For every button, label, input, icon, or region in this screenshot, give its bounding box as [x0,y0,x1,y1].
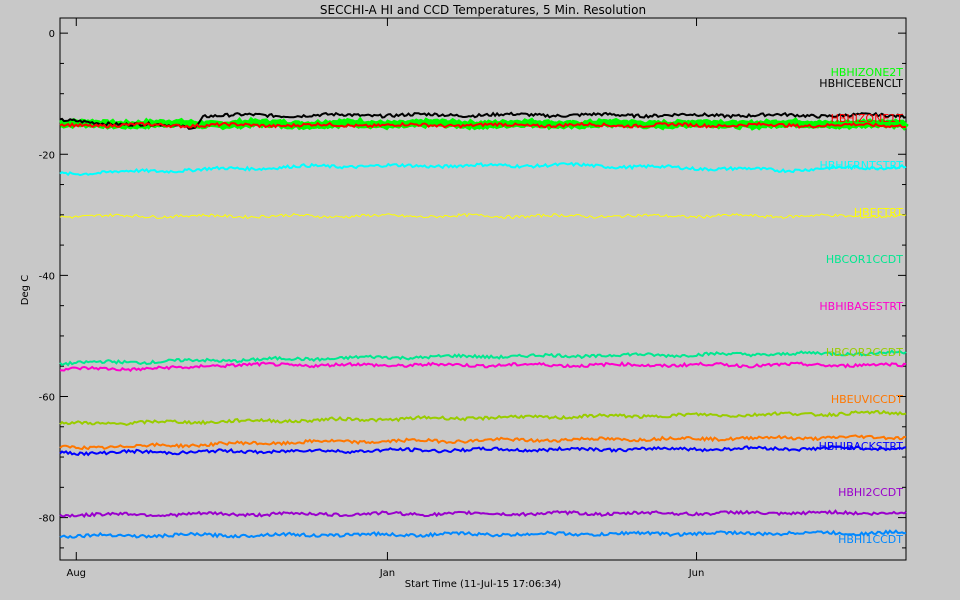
x-tick-label: Jun [688,568,705,579]
legend-entry: HBHIBACKSTRT [819,440,904,453]
y-tick-label: 0 [49,29,55,40]
series-line [59,444,907,457]
series-line [59,213,907,220]
legend-entry: HBHI1CCDT [838,533,903,546]
series-line [59,161,907,177]
legend-entry: HBHIBASESTRT [819,300,903,313]
series-group [59,111,909,539]
legend: HBHIZONE2THBHICEBENCLTHBHIZONE1THBHIFRNT… [819,66,904,546]
x-tick: Jun [688,18,705,579]
chart-title: SECCHI-A HI and CCD Temperatures, 5 Min.… [320,3,646,17]
legend-entry: HBEUVICCDT [831,393,903,406]
x-tick-label: Aug [67,568,87,579]
legend-entry: HBCOR1CCDT [826,253,903,266]
legend-entry: HBHIZONE1T [831,112,904,125]
legend-entry: HBHIFRNTSTRT [819,159,903,172]
y-axis-label: Deg C [20,275,31,305]
x-tick-label: Jan [379,568,395,579]
series-line [59,509,907,519]
y-axis: 0 -20 -40 -60 -80 [39,29,906,549]
series-line [59,349,907,367]
legend-entry: HBCOR2CCDT [826,346,903,359]
y-tick: -20 [39,150,906,161]
series-line [59,409,907,426]
series-line [59,529,907,539]
legend-entry: HBHICEBENCLT [819,77,903,90]
y-tick-label: -40 [39,271,55,282]
plot-frame [59,17,907,561]
x-tick: Aug [67,18,87,579]
legend-entry: HBEFTRT [854,206,903,219]
series-line [59,360,907,373]
y-tick-label: -20 [39,150,55,161]
y-tick-label: -80 [39,514,55,525]
x-axis: AugJanJunNovAprSep [67,18,705,579]
x-axis-label: Start Time (11-Jul-15 17:06:34) [405,579,562,590]
y-tick: 0 [49,29,906,40]
y-tick: -60 [39,392,906,403]
legend-entry: HBHI2CCDT [838,486,903,499]
y-tick: -40 [39,271,906,282]
y-tick-label: -60 [39,392,55,403]
x-tick: Jan [379,18,395,579]
temperature-chart: SECCHI-A HI and CCD Temperatures, 5 Min.… [20,3,909,590]
